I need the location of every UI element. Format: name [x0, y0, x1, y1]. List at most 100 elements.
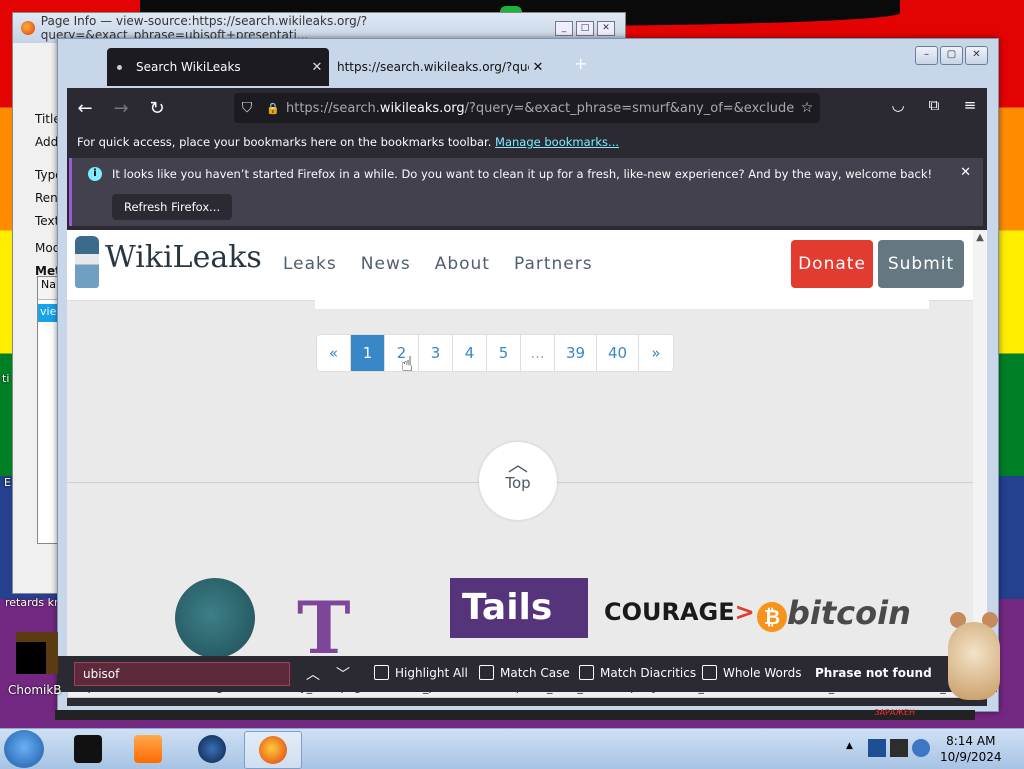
page-next[interactable]: » — [639, 335, 673, 371]
desktop-text: E — [4, 476, 11, 489]
find-previous-button[interactable]: ︿ — [306, 664, 320, 684]
volume-icon[interactable] — [912, 739, 930, 757]
checkbox-icon — [479, 665, 494, 680]
tray-arrow-icon[interactable]: ▲ — [846, 741, 853, 751]
page-39[interactable]: 39 — [555, 335, 597, 371]
tab-search-url[interactable]: https://search.wikileaks.org/?query= ✕ — [337, 53, 547, 81]
match-case-checkbox[interactable]: Match Case — [479, 665, 570, 680]
forward-button[interactable]: → — [103, 98, 139, 119]
desktop-text: retards kn — [5, 596, 61, 609]
donate-button[interactable]: Donate — [791, 240, 873, 288]
start-button[interactable] — [4, 730, 44, 768]
whole-words-checkbox[interactable]: Whole Words — [702, 665, 801, 680]
webpage: WikiLeaks Leaks News About Partners Dona… — [67, 230, 973, 678]
taskbar-item-firefox[interactable] — [244, 731, 302, 769]
terminal-icon — [74, 735, 102, 763]
chevron-up-icon: ︿ — [508, 452, 528, 476]
clock[interactable]: 8:14 AM 10/9/2024 — [940, 733, 1002, 765]
tab-label: Search WikiLeaks — [136, 60, 241, 74]
bookmarks-hint: For quick access, place your bookmarks h… — [77, 135, 492, 149]
back-to-top-button[interactable]: ︿ Top — [479, 442, 557, 520]
tab-close-icon[interactable]: ✕ — [529, 60, 547, 75]
extensions-icon[interactable]: ⧉ — [923, 96, 945, 114]
network-icon[interactable] — [868, 739, 886, 757]
toolbar-right: ◡ ⧉ ≡ — [887, 96, 981, 114]
highlight-all-checkbox[interactable]: Highlight All — [374, 665, 468, 680]
hamster-image — [942, 602, 1004, 702]
maximize-button[interactable]: □ — [576, 21, 594, 36]
bookmarks-toolbar: For quick access, place your bookmarks h… — [67, 128, 987, 156]
result-card-edge — [315, 300, 929, 309]
page-info-controls: _ □ ✕ — [555, 21, 615, 36]
taskbar: ▲ 8:14 AM 10/9/2024 — [0, 728, 1024, 769]
bitcoin-icon: ₿ — [757, 602, 787, 632]
clock-date: 10/9/2024 — [940, 750, 1002, 764]
monitor-icon[interactable] — [890, 739, 908, 757]
nav-about[interactable]: About — [435, 254, 490, 274]
taskbar-item-media[interactable] — [120, 731, 176, 767]
globe-icon — [198, 735, 226, 763]
submit-button[interactable]: Submit — [878, 240, 964, 288]
page-prev[interactable]: « — [317, 335, 351, 371]
taskbar-item-globe[interactable] — [184, 731, 240, 767]
page-3[interactable]: 3 — [419, 335, 453, 371]
notification-message: It looks like you haven’t started Firefo… — [112, 167, 933, 181]
chomik-desktop-icon[interactable] — [16, 632, 58, 674]
hourglass-logo-icon[interactable] — [75, 236, 99, 288]
wikileaks-header: WikiLeaks Leaks News About Partners Dona… — [67, 230, 973, 301]
pocket-icon[interactable]: ◡ — [887, 96, 909, 114]
hand-cursor-icon: ☝ — [401, 352, 414, 376]
menu-icon[interactable]: ≡ — [959, 96, 981, 114]
tab-strip: Search WikiLeaks ✕ https://search.wikile… — [67, 48, 989, 88]
wikileaks-logo[interactable]: WikiLeaks — [105, 240, 262, 275]
pagination: « 1 2 3 4 5 ... 39 40 » — [316, 334, 674, 372]
nav-leaks[interactable]: Leaks — [283, 254, 337, 274]
lock-icon[interactable]: 🔒 — [260, 102, 286, 115]
match-diacritics-checkbox[interactable]: Match Diacritics — [579, 665, 696, 680]
firefox-icon — [21, 21, 35, 35]
taskbar-item-cmd[interactable] — [60, 731, 116, 767]
reload-button[interactable]: ↻ — [139, 98, 175, 119]
back-button[interactable]: ← — [67, 98, 103, 119]
window-controls: – ▢ ✕ — [915, 46, 988, 65]
page-5[interactable]: 5 — [487, 335, 521, 371]
firefox-window[interactable]: Search WikiLeaks ✕ https://search.wikile… — [57, 38, 999, 712]
page-ellipsis: ... — [521, 335, 555, 371]
minimize-button[interactable]: _ — [555, 21, 573, 36]
page-40[interactable]: 40 — [597, 335, 639, 371]
chomik-icon-label: ChomikB — [8, 683, 62, 697]
maximize-button[interactable]: ▢ — [940, 46, 963, 65]
page-1[interactable]: 1 — [351, 335, 385, 371]
tab-search-wikileaks[interactable]: Search WikiLeaks ✕ — [107, 48, 329, 86]
nav-toolbar: ← → ↻ ⛉ 🔒 https://search.wikileaks.org/?… — [67, 88, 987, 128]
tab-close-icon[interactable]: ✕ — [305, 60, 329, 75]
nav-partners[interactable]: Partners — [514, 254, 593, 274]
media-player-icon — [134, 735, 162, 763]
bitcoin-logo[interactable]: ₿ bitcoin — [757, 594, 911, 632]
refresh-firefox-button[interactable]: Refresh Firefox... — [112, 194, 233, 220]
top-label: Top — [505, 474, 531, 492]
ransom-strip: ЗАРАЖЕН — [55, 708, 975, 720]
minimize-button[interactable]: – — [915, 46, 938, 65]
scroll-up-icon[interactable]: ▲ — [973, 232, 987, 243]
find-status: Phrase not found — [815, 666, 932, 680]
url-text[interactable]: https://search.wikileaks.org/?query=&exa… — [286, 101, 794, 116]
new-tab-button[interactable]: + — [574, 54, 587, 73]
nav-news[interactable]: News — [361, 254, 411, 274]
checkbox-icon — [579, 665, 594, 680]
firefox-icon — [259, 736, 287, 764]
url-bar[interactable]: ⛉ 🔒 https://search.wikileaks.org/?query=… — [234, 93, 820, 123]
clock-time: 8:14 AM — [946, 734, 996, 748]
globe-logo-icon[interactable] — [175, 578, 255, 658]
close-button[interactable]: ✕ — [965, 46, 988, 65]
find-input[interactable]: ubisof — [74, 662, 290, 686]
courage-logo[interactable]: COURAGE> — [604, 598, 755, 626]
find-next-button[interactable]: ﹀ — [336, 664, 350, 684]
tails-logo[interactable]: Tails — [450, 578, 588, 638]
shield-icon[interactable]: ⛉ — [234, 100, 260, 116]
notification-close-icon[interactable]: ✕ — [960, 165, 971, 180]
star-icon[interactable]: ☆ — [794, 100, 820, 116]
manage-bookmarks-link[interactable]: Manage bookmarks... — [495, 135, 619, 149]
page-4[interactable]: 4 — [453, 335, 487, 371]
close-button[interactable]: ✕ — [597, 21, 615, 36]
